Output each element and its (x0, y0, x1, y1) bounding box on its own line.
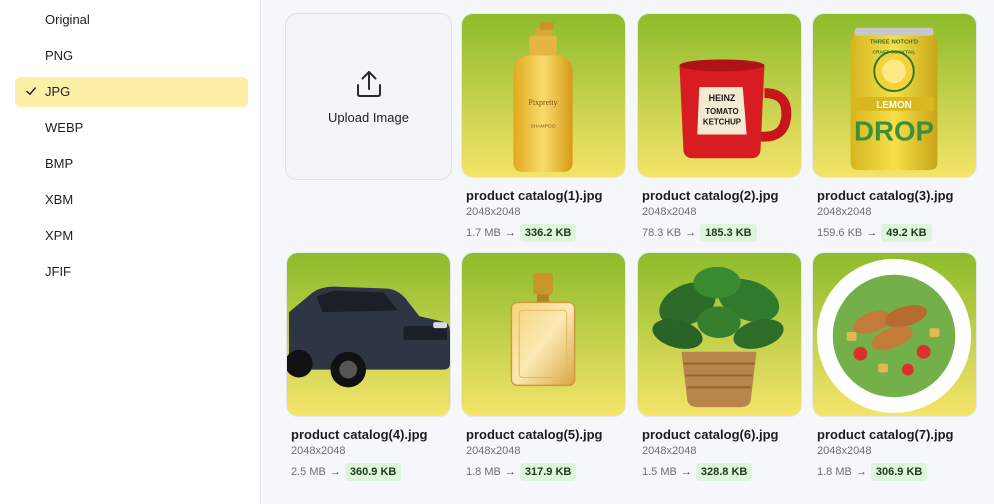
image-thumbnail[interactable] (812, 252, 977, 417)
file-name: product catalog(6).jpg (642, 427, 779, 442)
original-size: 1.5 MB (642, 466, 677, 478)
file-name: product catalog(7).jpg (817, 427, 954, 442)
arrow-icon: → (685, 227, 697, 239)
file-name: product catalog(2).jpg (642, 188, 779, 203)
original-size: 159.6 KB (817, 227, 863, 239)
format-option-bmp[interactable]: BMP (15, 149, 248, 179)
image-dimensions: 2048x2048 (466, 206, 521, 218)
file-size-row: 1.8 MB → 306.9 KB (817, 462, 928, 482)
format-option-label: Original (45, 12, 90, 27)
label-text: THREE NOTCH'D (870, 40, 919, 46)
upload-icon (357, 71, 381, 97)
image-dimensions: 2048x2048 (817, 445, 872, 457)
format-option-label: XBM (45, 192, 74, 207)
format-option-label: BMP (45, 156, 74, 171)
original-size: 1.7 MB (466, 227, 501, 239)
arrow-icon: → (504, 227, 516, 239)
image-thumbnail[interactable] (286, 252, 451, 417)
file-name: product catalog(5).jpg (466, 427, 603, 442)
original-size: 1.8 MB (817, 466, 852, 478)
checkmark-icon (26, 87, 36, 95)
converted-size-badge: 306.9 KB (870, 463, 928, 481)
file-size-row: 159.6 KB → 49.2 KB (817, 223, 932, 243)
format-sidebar: Original PNG JPG WEBP BMP XBM XPM JFIF (0, 0, 261, 504)
file-size-row: 1.7 MB → 336.2 KB (466, 223, 577, 243)
label-text: HEINZ (709, 93, 736, 103)
converted-size-badge: 49.2 KB (881, 224, 932, 242)
format-option-original[interactable]: Original (15, 5, 248, 35)
format-option-xbm[interactable]: XBM (15, 185, 248, 215)
image-thumbnail[interactable]: Pixpretty SHAMPOO (461, 13, 626, 178)
format-option-label: WEBP (45, 120, 84, 135)
file-name: product catalog(1).jpg (466, 188, 603, 203)
image-thumbnail[interactable] (637, 252, 802, 417)
converted-size-badge: 360.9 KB (344, 463, 402, 481)
label-text: Pixpretty (529, 98, 558, 107)
upload-image-button[interactable]: Upload Image (285, 13, 452, 180)
label-text: DROP (854, 115, 934, 146)
format-option-jpg[interactable]: JPG (15, 77, 248, 107)
perfume-bottle-image (462, 253, 625, 416)
file-size-row: 1.5 MB → 328.8 KB (642, 462, 753, 482)
format-option-label: PNG (45, 48, 74, 63)
arrow-icon: → (329, 466, 341, 478)
image-dimensions: 2048x2048 (642, 206, 697, 218)
upload-image-label: Upload Image (328, 110, 409, 125)
image-thumbnail[interactable] (461, 252, 626, 417)
arrow-icon: → (504, 466, 516, 478)
format-option-webp[interactable]: WEBP (15, 113, 248, 143)
format-option-label: XPM (45, 228, 74, 243)
arrow-icon: → (855, 466, 867, 478)
file-name: product catalog(3).jpg (817, 188, 954, 203)
converted-size-badge: 317.9 KB (519, 463, 577, 481)
arrow-icon: → (680, 466, 692, 478)
potted-plant-image (638, 253, 801, 416)
original-size: 1.8 MB (466, 466, 501, 478)
file-size-row: 1.8 MB → 317.9 KB (466, 462, 577, 482)
ketchup-mug-image: HEINZ TOMATO KETCHUP (638, 14, 801, 177)
format-option-jfif[interactable]: JFIF (15, 257, 248, 287)
format-option-label: JPG (45, 84, 71, 99)
file-size-row: 2.5 MB → 360.9 KB (291, 462, 402, 482)
file-size-row: 78.3 KB → 185.3 KB (642, 223, 757, 243)
image-dimensions: 2048x2048 (642, 445, 697, 457)
salad-plate-image (813, 253, 976, 416)
image-dimensions: 2048x2048 (466, 445, 521, 457)
file-name: product catalog(4).jpg (291, 427, 428, 442)
label-text: CRAFT COCKTAIL (872, 50, 915, 56)
label-text: KETCHUP (703, 118, 741, 127)
label-text: LEMON (876, 100, 912, 111)
original-size: 78.3 KB (642, 227, 682, 239)
shampoo-bottle-image: Pixpretty SHAMPOO (462, 14, 625, 177)
image-thumbnail[interactable]: THREE NOTCH'D CRAFT COCKTAIL LEMON DROP (812, 13, 977, 178)
image-dimensions: 2048x2048 (817, 206, 872, 218)
converted-size-badge: 336.2 KB (519, 224, 577, 242)
image-dimensions: 2048x2048 (291, 445, 346, 457)
label-text: SHAMPOO (530, 124, 555, 130)
image-thumbnail[interactable]: HEINZ TOMATO KETCHUP (637, 13, 802, 178)
original-size: 2.5 MB (291, 466, 326, 478)
format-option-xpm[interactable]: XPM (15, 221, 248, 251)
label-text: TOMATO (705, 107, 738, 116)
format-option-png[interactable]: PNG (15, 41, 248, 71)
arrow-icon: → (866, 227, 878, 239)
converted-size-badge: 328.8 KB (695, 463, 753, 481)
converted-size-badge: 185.3 KB (700, 224, 757, 242)
suv-car-image (287, 253, 450, 416)
drink-can-image: THREE NOTCH'D CRAFT COCKTAIL LEMON DROP (813, 14, 976, 177)
format-option-label: JFIF (45, 264, 71, 279)
